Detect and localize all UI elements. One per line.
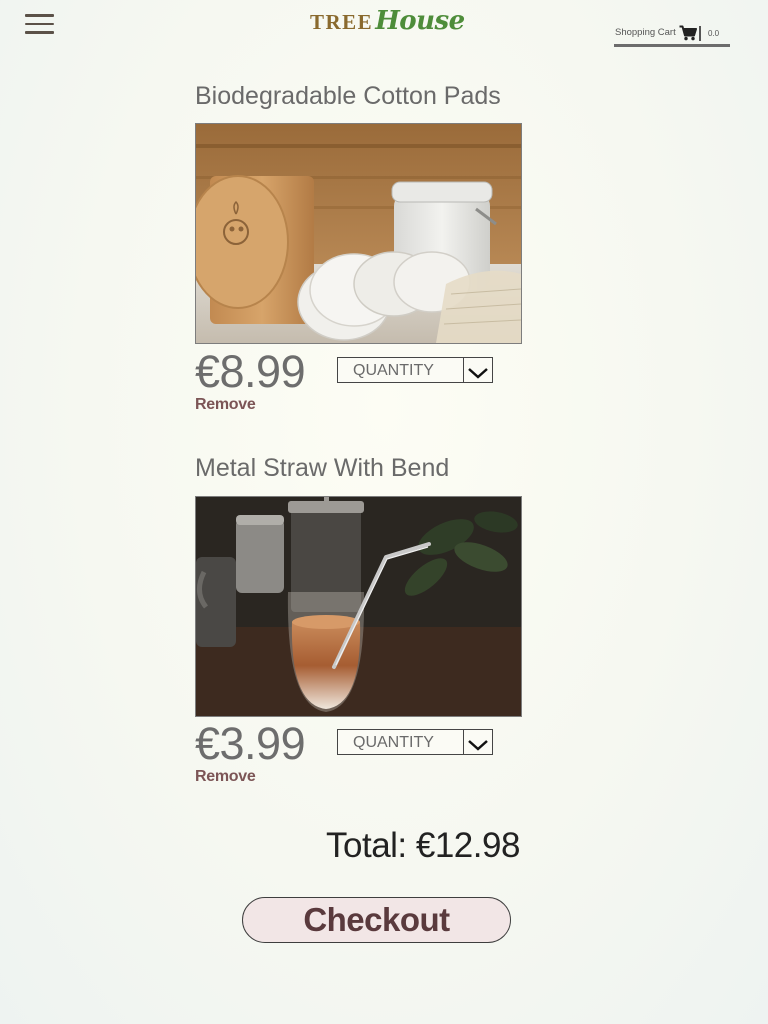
cotton-pads-photo (195, 123, 522, 344)
checkout-button-label: Checkout (303, 901, 450, 938)
cart-total-summary: Total: €12.98 (326, 826, 520, 865)
chevron-down-icon[interactable] (463, 730, 492, 754)
shopping-cart-icon (679, 25, 697, 41)
cart-item: Biodegradable Cotton Pads €8.99 QUANTITY… (195, 82, 555, 422)
logo-tree-text: TREE (310, 10, 374, 34)
quantity-dropdown[interactable]: QUANTITY (337, 357, 493, 383)
hamburger-menu-icon[interactable] (25, 13, 55, 35)
shopping-cart-label: Shopping Cart (615, 27, 676, 38)
cart-item: Metal Straw With Bend €3.99 QUANTITY Rem… (195, 454, 555, 794)
treehouse-logo[interactable]: TREEHouse (310, 6, 465, 42)
cart-total: 0.0 (708, 29, 720, 38)
menu-line (25, 31, 54, 34)
metal-straw-photo (195, 496, 522, 717)
chevron-down-icon[interactable] (463, 358, 492, 382)
menu-line (25, 22, 54, 25)
quantity-label: QUANTITY (353, 734, 434, 751)
logo-house-text: House (375, 6, 465, 36)
product-price: €8.99 (195, 346, 306, 397)
checkout-button[interactable]: Checkout (242, 897, 511, 943)
menu-line (25, 14, 54, 17)
quantity-label: QUANTITY (353, 362, 434, 379)
remove-item-link[interactable]: Remove (195, 768, 256, 786)
remove-item-link[interactable]: Remove (195, 396, 256, 414)
quantity-dropdown[interactable]: QUANTITY (337, 729, 493, 755)
shopping-cart-link[interactable]: Shopping Cart 0.0 (614, 24, 730, 47)
product-name: Biodegradable Cotton Pads (195, 82, 501, 110)
cart-divider (699, 26, 701, 41)
product-name: Metal Straw With Bend (195, 454, 450, 482)
product-price: €3.99 (195, 718, 306, 769)
